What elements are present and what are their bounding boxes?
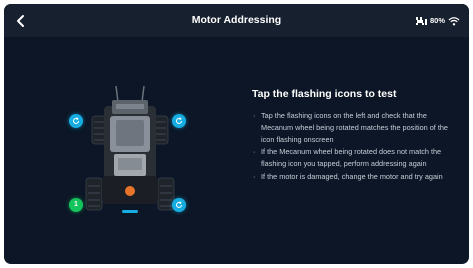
back-chevron-icon [17,15,24,27]
instructions-panel: Tap the flashing icons to test Tap the f… [252,88,457,184]
status-area: 80% [415,4,460,37]
robot-battery-icon [415,16,427,25]
app-screen: Motor Addressing 80% 1 Tap the flashing … [4,4,469,264]
instruction-item: If the Mecanum wheel being rotated does … [252,146,457,170]
refresh-icon [176,117,182,124]
hotspot-rear-left[interactable]: 1 [69,198,83,212]
page-title: Motor Addressing [191,14,282,26]
robot-diagram: 1 [62,85,192,226]
battery-percent: 80% [429,16,445,25]
top-bar: Motor Addressing 80% [4,4,469,37]
hotspot-rear-right[interactable] [172,198,186,212]
back-button[interactable] [10,10,32,32]
instructions-list: Tap the flashing icons on the left and c… [252,110,457,183]
hotspot-number: 1 [74,201,78,208]
hotspot-front-left[interactable] [69,114,83,128]
hotspot-front-right[interactable] [172,114,186,128]
instruction-item: Tap the flashing icons on the left and c… [252,110,457,145]
wifi-icon [448,16,460,25]
refresh-icon [73,117,79,124]
refresh-icon [176,201,182,208]
instructions-heading: Tap the flashing icons to test [252,88,397,100]
instruction-item: If the motor is damaged, change the moto… [252,171,457,183]
